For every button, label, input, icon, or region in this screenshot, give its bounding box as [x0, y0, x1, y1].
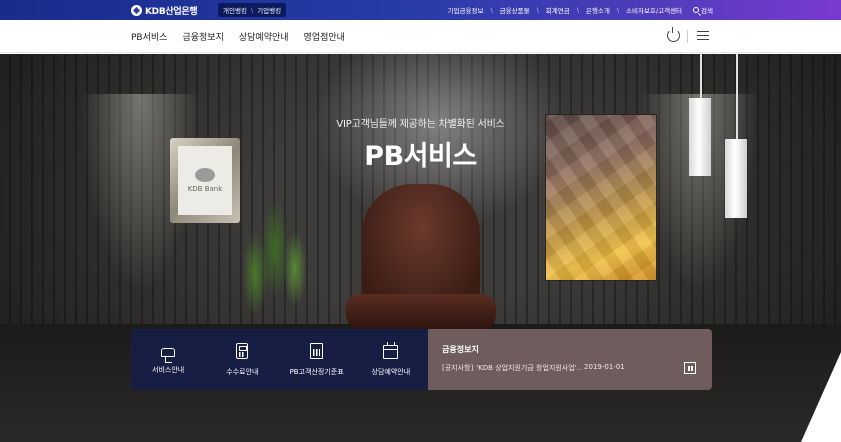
search-icon: [693, 7, 700, 13]
tab-separator: \: [250, 6, 254, 14]
quick-menu: 서비스안내 수수료안내 PB고객산정기준표 상담예약안내: [131, 329, 428, 390]
tab-corporate-banking[interactable]: 기업뱅킹: [257, 5, 281, 15]
hand-service-icon: [161, 348, 176, 363]
notice-title[interactable]: 금융정보지: [442, 344, 479, 355]
util-link-pension[interactable]: 회계연금: [539, 5, 577, 15]
pause-icon[interactable]: [684, 362, 696, 374]
logo-text: KDB산업은행: [145, 7, 198, 17]
quick-item-consult-reservation[interactable]: 상담예약안내: [354, 329, 428, 390]
util-link-about-bank[interactable]: 은행소개: [579, 5, 617, 15]
util-separator: \: [536, 6, 539, 14]
hero-subtitle: VIP고객님들께 제공하는 차별화된 서비스: [336, 119, 505, 130]
util-separator: \: [490, 6, 493, 14]
util-separator: \: [576, 6, 579, 14]
notice-date: 2019-01-01: [584, 363, 625, 371]
top-utility-bar: KDB산업은행 개인뱅킹 \ 기업뱅킹 기업금융정보 \ 금융상품몰 \ 회계연…: [0, 0, 841, 20]
frame-text: KDB Bank: [187, 185, 223, 193]
util-link-corporate-finance[interactable]: 기업금융정보: [441, 5, 491, 15]
util-link-product-mall[interactable]: 금융상품몰: [493, 5, 537, 15]
nav-item-finance-info[interactable]: 금융정보지: [182, 30, 223, 43]
calendar-icon: [383, 342, 399, 359]
kdb-logo[interactable]: KDB산업은행: [131, 4, 198, 17]
notice-text: 'KDB 상업지원기금 창업지원사업'..: [476, 364, 582, 372]
document-chart-icon: [310, 342, 324, 359]
power-icon[interactable]: [667, 27, 680, 42]
notice-tag: [공지사항]: [442, 364, 474, 372]
pendant-cord: [700, 54, 702, 99]
quick-item-label: 수수료안내: [226, 367, 259, 376]
search-button[interactable]: 검색: [689, 5, 713, 15]
util-separator: \: [616, 6, 620, 14]
nav-menu: PB서비스 금융정보지 상담예약안내 영업점안내: [131, 20, 345, 53]
nav-divider: [687, 30, 688, 43]
util-link-customer-center[interactable]: 소비자보호/고객센터: [619, 5, 689, 15]
calculator-icon: [236, 342, 249, 359]
nav-item-consult-reservation[interactable]: 상담예약안내: [239, 30, 289, 43]
hero-title: PB서비스: [364, 141, 477, 172]
tab-personal-banking[interactable]: 개인뱅킹: [223, 5, 247, 15]
hamburger-menu-icon[interactable]: [697, 31, 709, 41]
kdb-logo-icon: [131, 5, 142, 16]
quick-item-label: 상담예약안내: [371, 368, 411, 376]
quick-item-label: 서비스안내: [152, 366, 185, 374]
search-label: 검색: [701, 7, 713, 15]
nav-item-pb-service[interactable]: PB서비스: [131, 30, 167, 43]
notice-panel: 금융정보지 [공지사항] 'KDB 상업지원기금 창업지원사업'.. 2019-…: [428, 329, 712, 390]
quick-item-label: PB고객산정기준표: [289, 367, 344, 376]
notice-item[interactable]: [공지사항] 'KDB 상업지원기금 창업지원사업'.. 2019-01-01: [442, 363, 625, 373]
utility-links: 기업금융정보 \ 금융상품몰 \ 회계연금 \ 은행소개 \ 소비자보호/고객센…: [441, 0, 713, 20]
floor-corner: [801, 352, 841, 442]
quick-item-fee-guide[interactable]: 수수료안내: [205, 329, 279, 390]
quick-item-service-guide[interactable]: 서비스안내: [131, 329, 205, 390]
main-navigation: PB서비스 금융정보지 상담예약안내 영업점안내: [0, 20, 841, 53]
quick-item-pb-criteria[interactable]: PB고객산정기준표: [280, 329, 354, 390]
bank-type-tabs: 개인뱅킹 \ 기업뱅킹: [218, 3, 287, 17]
nav-item-branch-info[interactable]: 영업점안내: [304, 30, 345, 43]
